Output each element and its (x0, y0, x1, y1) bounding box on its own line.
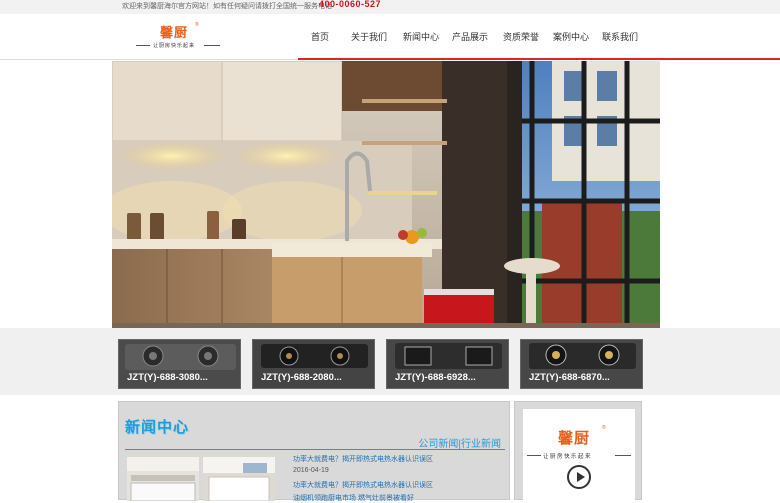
logo-brand: 馨厨 (160, 26, 189, 41)
video-card[interactable]: 馨厨 ® 让厨房快乐起来 (523, 409, 635, 501)
product-label: JZT(Y)-688-3080... (127, 372, 208, 383)
product-strip: JZT(Y)-688-3080... JZT(Y)-688-2080... JZ… (0, 328, 780, 395)
product-label: JZT(Y)-688-6928... (395, 372, 476, 383)
product-label: JZT(Y)-688-2080... (261, 372, 342, 383)
video-brand: 馨厨 (558, 429, 591, 447)
registered-mark: ® (602, 425, 606, 431)
product-card[interactable]: JZT(Y)-688-6928... (386, 339, 509, 389)
slogan-divider-right (615, 455, 631, 456)
slogan-divider-left (527, 455, 541, 456)
logo-slogan: 让厨房快乐起来 (153, 43, 196, 49)
nav-home[interactable]: 首页 (300, 14, 340, 60)
kitchen-thumbnail-image (203, 457, 275, 501)
service-phone: 400-0060-527 (319, 0, 382, 9)
welcome-text: 欢迎来到馨厨海尔官方网站！如有任何疑问请拨打全国统一服务电话 (122, 3, 332, 10)
logo-divider-left (136, 45, 150, 46)
news-divider (125, 449, 505, 450)
product-card[interactable]: JZT(Y)-688-6870... (520, 339, 643, 389)
product-label: JZT(Y)-688-6870... (529, 372, 610, 383)
main-nav: 首页 关于我们 新闻中心 产品展示 资质荣誉 案例中心 联系我们 (300, 14, 644, 60)
news-section: 新闻中心 公司新闻|行业新闻 功率大就费电？揭开即热式电热水器认识误区 2016… (118, 401, 510, 503)
video-slogan: 让厨房快乐起来 (543, 454, 593, 460)
kitchen-photo (112, 61, 660, 328)
logo-divider-right (204, 45, 220, 46)
news-tabs[interactable]: 公司新闻|行业新闻 (418, 435, 501, 450)
nav-accent-line (298, 58, 780, 60)
play-icon[interactable] (567, 465, 591, 489)
news-thumbnail[interactable] (203, 457, 275, 501)
news-title: 新闻中心 (125, 419, 190, 436)
news-thumbnail[interactable] (127, 457, 199, 501)
kitchen-thumbnail-image (127, 457, 199, 501)
nav-about[interactable]: 关于我们 (340, 14, 398, 60)
news-link[interactable]: 功率大就费电？揭开即热式电热水器认识误区 (293, 454, 433, 464)
nav-news[interactable]: 新闻中心 (398, 14, 444, 60)
nav-cases[interactable]: 案例中心 (546, 14, 596, 60)
top-bar: 欢迎来到馨厨海尔官方网站！如有任何疑问请拨打全国统一服务电话 400-0060-… (0, 0, 780, 14)
header: 馨厨 ® 让厨房快乐起来 首页 关于我们 新闻中心 产品展示 资质荣誉 案例中心… (0, 14, 780, 60)
brand-video-panel: 馨厨 ® 让厨房快乐起来 (514, 401, 642, 501)
registered-mark: ® (195, 22, 199, 28)
nav-contact[interactable]: 联系我们 (596, 14, 644, 60)
hero-banner[interactable] (112, 61, 660, 328)
nav-products[interactable]: 产品展示 (444, 14, 496, 60)
product-card[interactable]: JZT(Y)-688-2080... (252, 339, 375, 389)
news-link[interactable]: 功率大就费电？揭开即热式电热水器认识误区 (293, 480, 433, 490)
header-divider (0, 59, 298, 60)
site-logo[interactable]: 馨厨 ® 让厨房快乐起来 (134, 22, 224, 52)
news-link[interactable]: 油烟机领跑厨电市场 燃气灶前景被看好 (293, 493, 414, 503)
product-card[interactable]: JZT(Y)-688-3080... (118, 339, 241, 389)
nav-honors[interactable]: 资质荣誉 (496, 14, 546, 60)
news-date: 2016-04-19 (293, 467, 329, 474)
